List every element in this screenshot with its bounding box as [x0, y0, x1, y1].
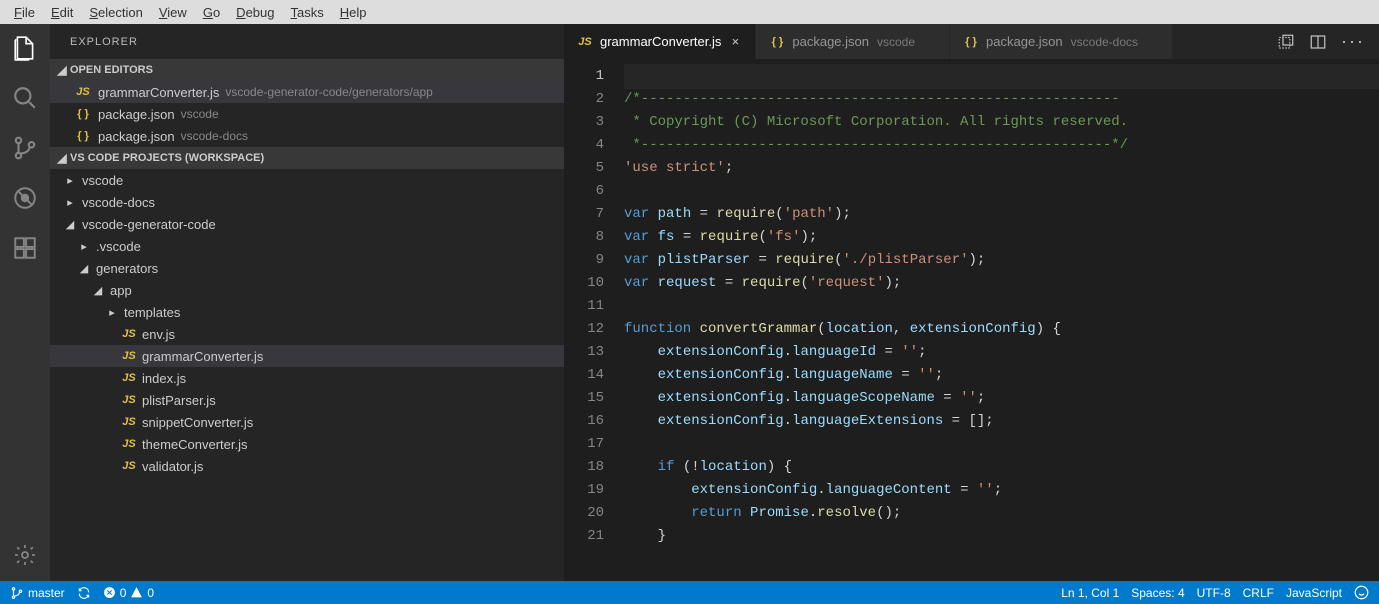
- debug-icon[interactable]: [11, 184, 39, 212]
- open-editor-item[interactable]: { }package.jsonvscode-docs: [50, 125, 564, 147]
- tree-folder[interactable]: ▸vscode: [50, 169, 564, 191]
- cursor-position[interactable]: Ln 1, Col 1: [1061, 586, 1119, 600]
- tree-folder[interactable]: ◢app: [50, 279, 564, 301]
- tree-file[interactable]: JSsnippetConverter.js: [50, 411, 564, 433]
- editor-tab[interactable]: JSgrammarConverter.js×: [564, 24, 756, 59]
- explorer-icon[interactable]: [11, 34, 39, 62]
- tree-folder[interactable]: ▸.vscode: [50, 235, 564, 257]
- feedback-icon[interactable]: [1354, 585, 1369, 600]
- compare-icon[interactable]: [1277, 33, 1295, 51]
- main-area: EXPLORER ◢ OPEN EDITORS JSgrammarConvert…: [0, 24, 1379, 581]
- tree-file[interactable]: JSplistParser.js: [50, 389, 564, 411]
- open-editors-list: JSgrammarConverter.jsvscode-generator-co…: [50, 81, 564, 147]
- js-file-icon: JS: [120, 394, 138, 406]
- menu-edit[interactable]: Edit: [43, 3, 81, 22]
- twisty-icon: ◢: [62, 218, 78, 231]
- twisty-icon: ▸: [62, 196, 78, 209]
- menu-help[interactable]: Help: [332, 3, 375, 22]
- open-editors-header[interactable]: ◢ OPEN EDITORS: [50, 59, 564, 81]
- json-file-icon: { }: [74, 108, 92, 120]
- tree-folder[interactable]: ◢vscode-generator-code: [50, 213, 564, 235]
- workspace-label: VS CODE PROJECTS (WORKSPACE): [70, 152, 264, 164]
- twisty-icon: ▸: [104, 306, 120, 319]
- sync-icon[interactable]: [77, 586, 91, 600]
- problems-status[interactable]: 0 0: [103, 586, 154, 600]
- menu-selection[interactable]: Selection: [81, 3, 150, 22]
- code-content[interactable]: /*--------------------------------------…: [624, 59, 1379, 581]
- menubar: FileEditSelectionViewGoDebugTasksHelp: [0, 0, 1379, 24]
- twisty-icon: ▸: [62, 174, 78, 187]
- encoding-status[interactable]: UTF-8: [1197, 586, 1231, 600]
- extensions-icon[interactable]: [11, 234, 39, 262]
- js-file-icon: JS: [576, 36, 594, 48]
- open-editor-item[interactable]: { }package.jsonvscode: [50, 103, 564, 125]
- editor-tabs: JSgrammarConverter.js×{ }package.jsonvsc…: [564, 24, 1379, 59]
- js-file-icon: JS: [120, 350, 138, 362]
- workspace-header[interactable]: ◢ VS CODE PROJECTS (WORKSPACE): [50, 147, 564, 169]
- tree-folder[interactable]: ▸vscode-docs: [50, 191, 564, 213]
- tree-file[interactable]: JSenv.js: [50, 323, 564, 345]
- json-file-icon: { }: [74, 130, 92, 142]
- open-editor-item[interactable]: JSgrammarConverter.jsvscode-generator-co…: [50, 81, 564, 103]
- twisty-icon: ◢: [76, 262, 92, 275]
- menu-file[interactable]: File: [6, 3, 43, 22]
- line-gutter: 123456789101112131415161718192021: [564, 59, 624, 581]
- json-file-icon: { }: [962, 36, 980, 48]
- split-editor-icon[interactable]: [1309, 33, 1327, 51]
- chevron-down-icon: ◢: [54, 63, 70, 77]
- eol-status[interactable]: CRLF: [1243, 586, 1274, 600]
- js-file-icon: JS: [120, 372, 138, 384]
- editor-tab[interactable]: { }package.jsonvscode-docs×: [950, 24, 1173, 59]
- js-file-icon: JS: [120, 460, 138, 472]
- tree-file[interactable]: JSindex.js: [50, 367, 564, 389]
- gear-icon[interactable]: [11, 541, 39, 569]
- language-status[interactable]: JavaScript: [1286, 586, 1342, 600]
- editor-area: JSgrammarConverter.js×{ }package.jsonvsc…: [564, 24, 1379, 581]
- twisty-icon: ◢: [90, 284, 106, 297]
- indent-status[interactable]: Spaces: 4: [1131, 586, 1184, 600]
- more-icon[interactable]: ···: [1341, 31, 1365, 52]
- close-icon[interactable]: ×: [727, 34, 743, 49]
- activity-bar: [0, 24, 50, 581]
- search-icon[interactable]: [11, 84, 39, 112]
- twisty-icon: ▸: [76, 240, 92, 253]
- source-control-icon[interactable]: [11, 134, 39, 162]
- json-file-icon: { }: [768, 36, 786, 48]
- tree-file[interactable]: JSgrammarConverter.js: [50, 345, 564, 367]
- sidebar: EXPLORER ◢ OPEN EDITORS JSgrammarConvert…: [50, 24, 564, 581]
- menu-debug[interactable]: Debug: [228, 3, 282, 22]
- tree-file[interactable]: JSvalidator.js: [50, 455, 564, 477]
- tree-file[interactable]: JSthemeConverter.js: [50, 433, 564, 455]
- chevron-down-icon: ◢: [54, 151, 70, 165]
- js-file-icon: JS: [120, 416, 138, 428]
- git-branch[interactable]: master: [10, 586, 65, 600]
- js-file-icon: JS: [74, 86, 92, 98]
- js-file-icon: JS: [120, 328, 138, 340]
- menu-go[interactable]: Go: [195, 3, 228, 22]
- js-file-icon: JS: [120, 438, 138, 450]
- menu-view[interactable]: View: [151, 3, 195, 22]
- status-bar: master 0 0 Ln 1, Col 1 Spaces: 4 UTF-8 C…: [0, 581, 1379, 604]
- tree-folder[interactable]: ▸templates: [50, 301, 564, 323]
- editor-tab[interactable]: { }package.jsonvscode×: [756, 24, 950, 59]
- file-tree: ▸vscode▸vscode-docs◢vscode-generator-cod…: [50, 169, 564, 581]
- menu-tasks[interactable]: Tasks: [282, 3, 331, 22]
- editor-body[interactable]: 123456789101112131415161718192021 /*----…: [564, 59, 1379, 581]
- sidebar-title: EXPLORER: [50, 24, 564, 59]
- tree-folder[interactable]: ◢generators: [50, 257, 564, 279]
- open-editors-label: OPEN EDITORS: [70, 64, 153, 76]
